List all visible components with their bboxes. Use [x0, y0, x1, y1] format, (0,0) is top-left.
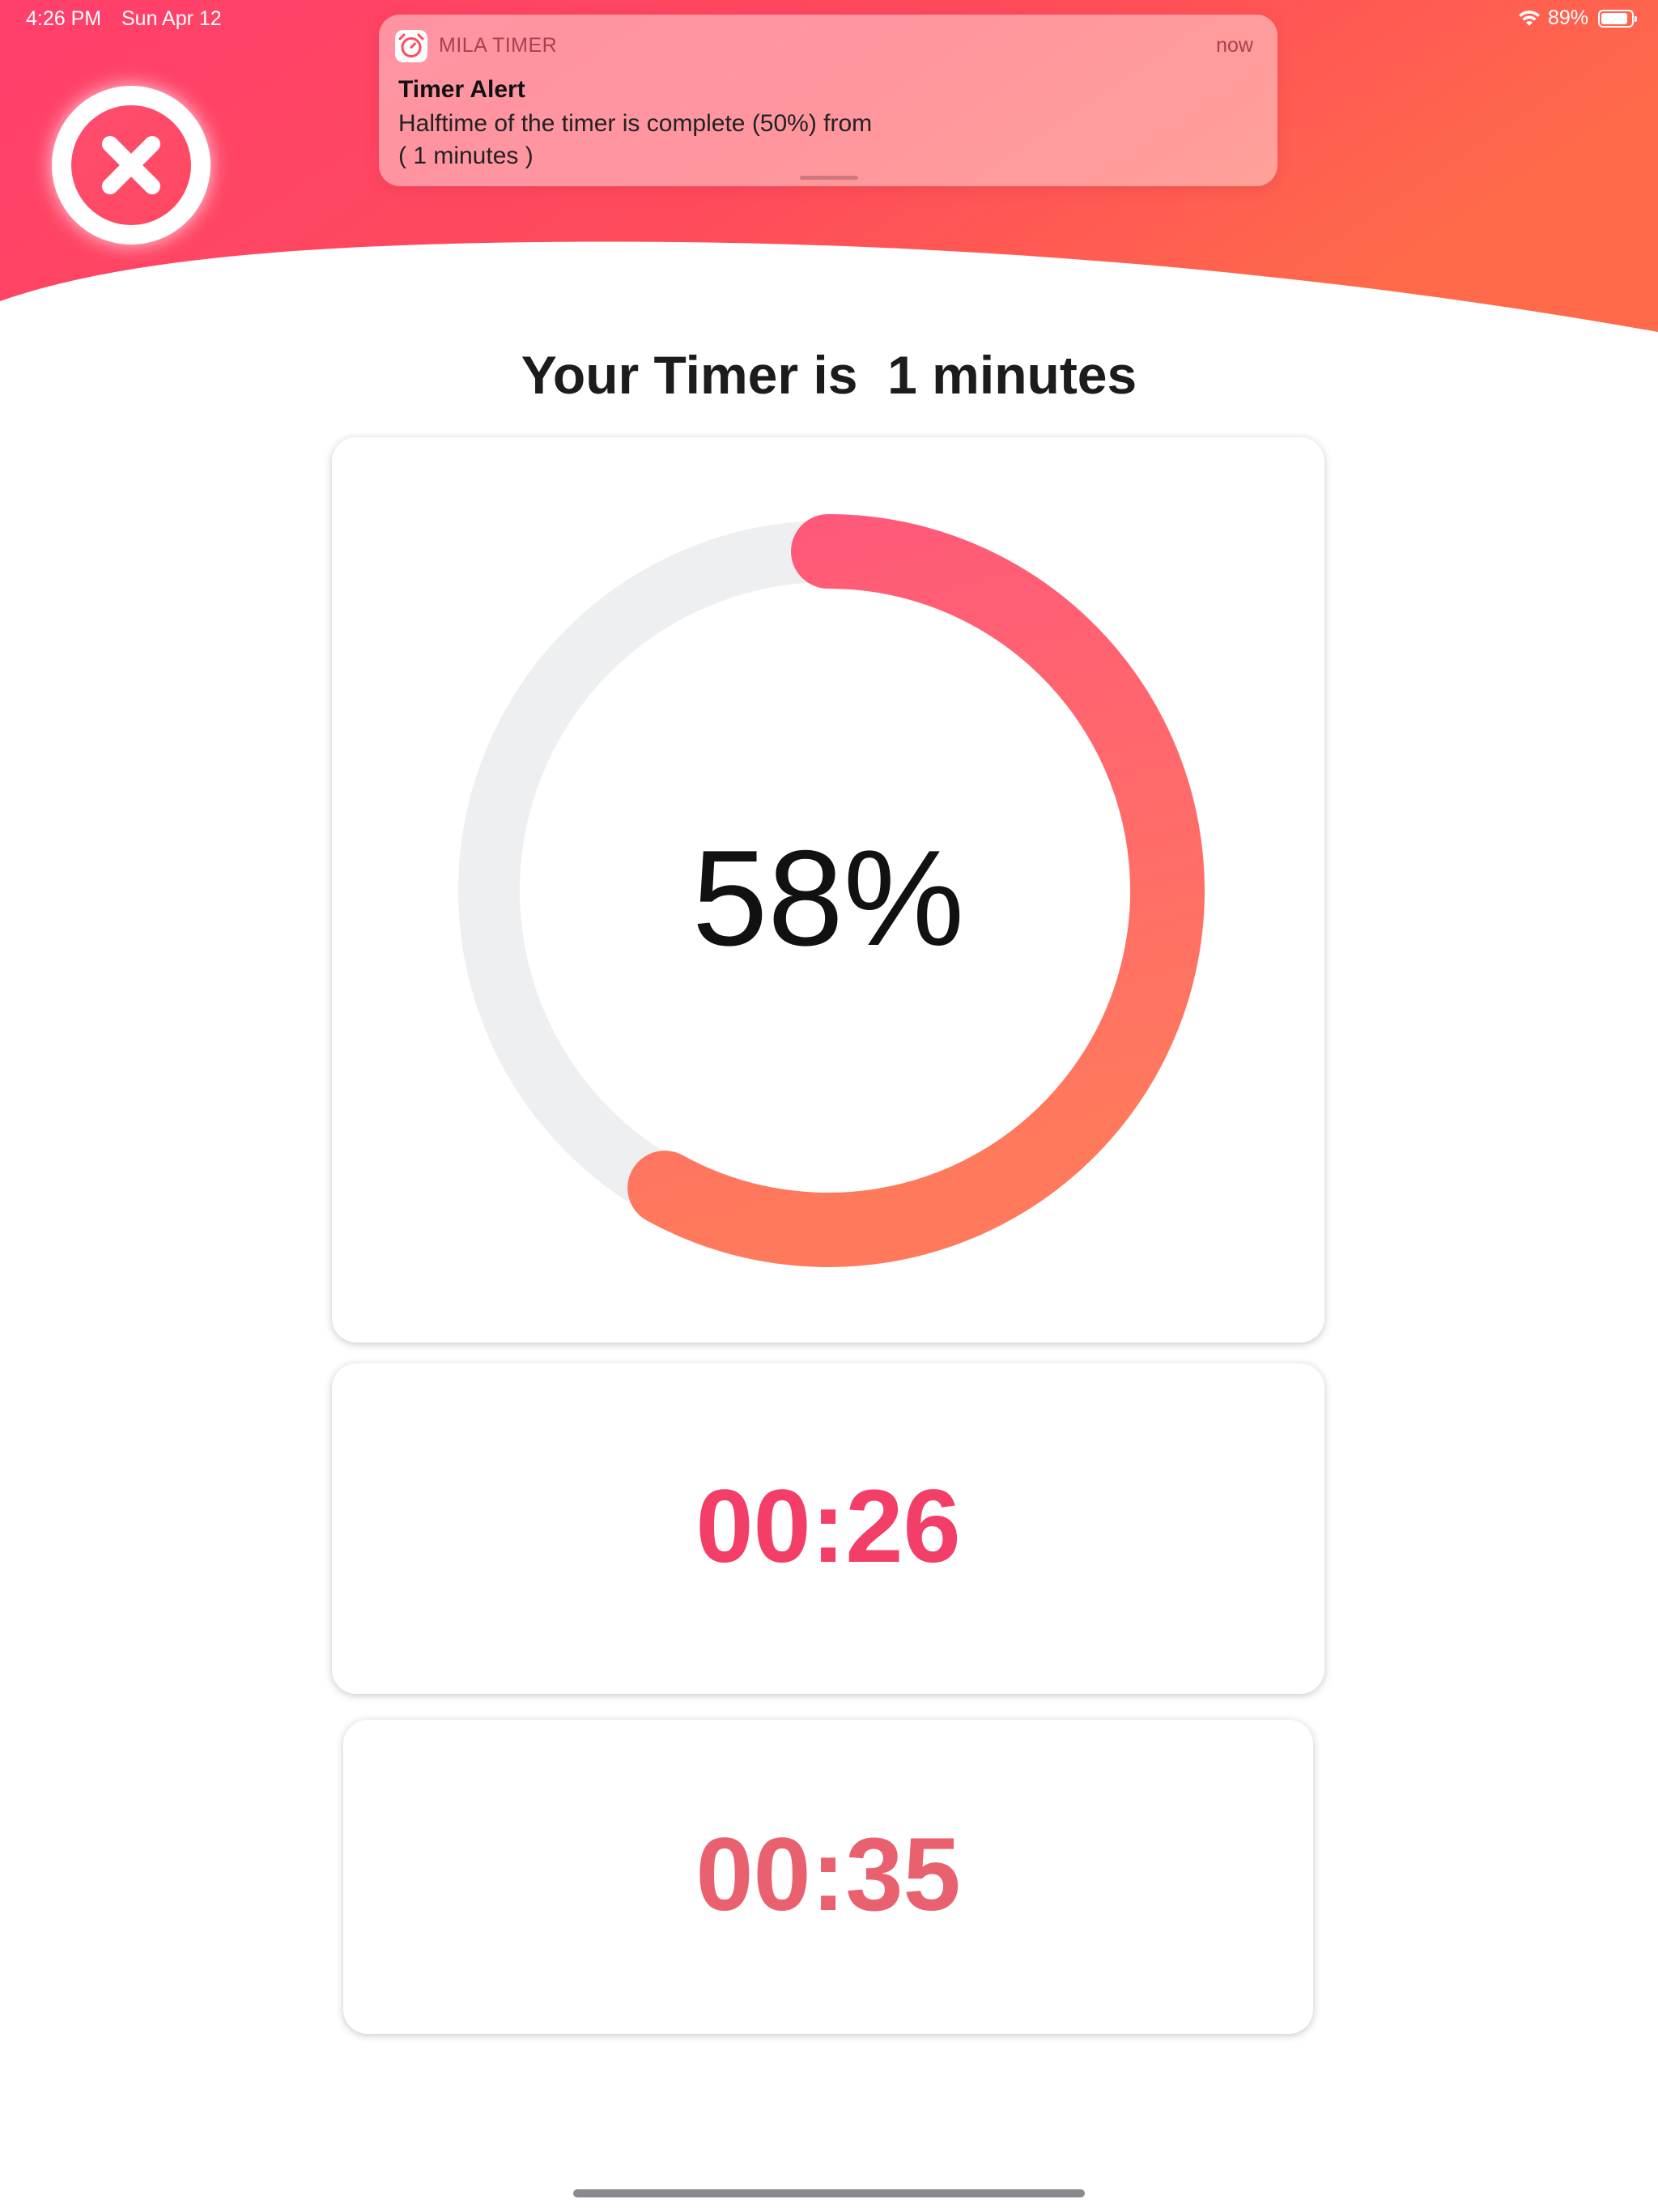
status-date: Sun Apr 12	[121, 7, 222, 30]
close-icon	[102, 136, 160, 194]
elapsed-time: 00:26	[695, 1469, 961, 1585]
close-button-inner	[71, 105, 191, 225]
battery-icon	[1598, 9, 1637, 28]
notification-banner[interactable]: MILA TIMER now Timer Alert Halftime of t…	[379, 15, 1278, 186]
battery-cap	[1635, 15, 1637, 22]
notification-title: Timer Alert	[398, 76, 525, 103]
notification-grabber[interactable]	[800, 176, 858, 180]
timer-title: Your Timer is 1 minutes	[521, 345, 1137, 405]
battery-percent: 89%	[1547, 6, 1588, 29]
alarm-clock-icon	[395, 30, 427, 62]
home-indicator[interactable]	[573, 2189, 1085, 2197]
notification-time: now	[1216, 34, 1253, 57]
progress-card: 58%	[332, 437, 1324, 1342]
notification-app-name: MILA TIMER	[439, 34, 558, 57]
close-button[interactable]	[52, 86, 210, 245]
notification-body: Halftime of the timer is complete (50%) …	[398, 110, 873, 169]
status-time: 4:26 PM	[26, 7, 102, 30]
elapsed-time-card: 00:26	[332, 1363, 1324, 1694]
timer-screen: 4:26 PM Sun Apr 12 89% MILA TIMER now Ti…	[0, 0, 1658, 2212]
battery-level-fill	[1601, 12, 1627, 24]
progress-percent: 58%	[691, 822, 965, 974]
wifi-icon	[1518, 10, 1540, 26]
status-right: 89%	[1517, 6, 1637, 30]
remaining-time: 00:35	[695, 1817, 961, 1933]
remaining-time-card: 00:35	[343, 1720, 1313, 2034]
